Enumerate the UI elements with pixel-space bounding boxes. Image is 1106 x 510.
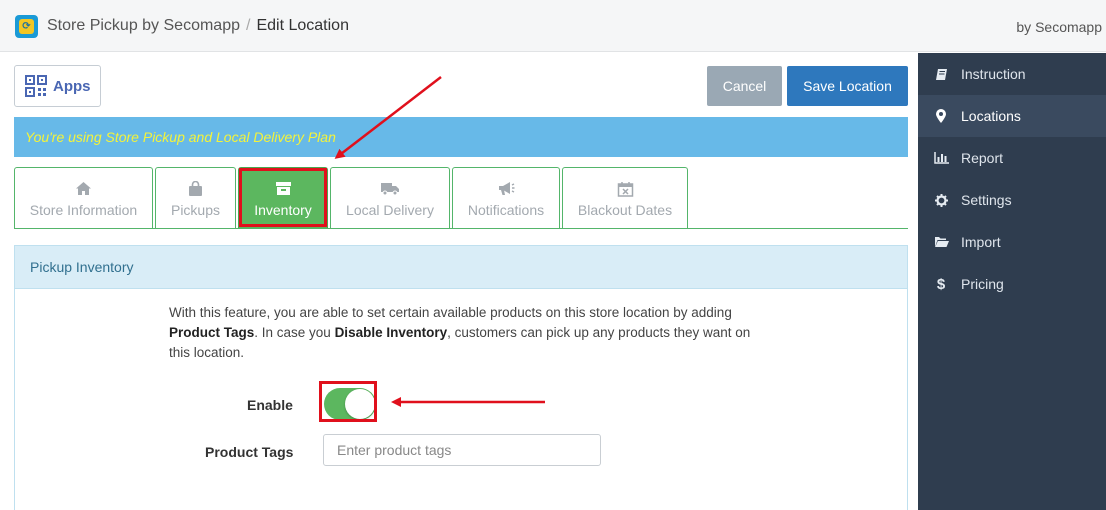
tabs-divider — [14, 228, 908, 229]
breadcrumb-current-page: Edit Location — [256, 17, 349, 34]
plan-banner-text: You're using Store Pickup and Local Deli… — [25, 129, 336, 145]
desc-text: With this feature, you are able to set c… — [169, 305, 732, 320]
product-tags-label: Product Tags — [205, 444, 294, 460]
apps-button-label: Apps — [53, 77, 91, 95]
sidebar: Instruction Locations Report Settings Im… — [918, 53, 1106, 510]
inventory-description: With this feature, you are able to set c… — [169, 303, 769, 363]
tab-label: Store Information — [29, 201, 138, 218]
pickup-inventory-panel: Pickup Inventory With this feature, you … — [14, 245, 908, 510]
by-vendor-label: by Secomapp — [1016, 19, 1102, 35]
sidebar-item-report[interactable]: Report — [918, 137, 1106, 179]
desc-text: . In case you — [254, 325, 335, 340]
megaphone-icon — [497, 180, 515, 198]
tab-label: Inventory — [254, 201, 312, 218]
sidebar-item-label: Instruction — [961, 66, 1026, 82]
home-icon — [75, 180, 92, 198]
gear-icon — [933, 193, 949, 207]
plan-banner: You're using Store Pickup and Local Deli… — [14, 117, 908, 157]
tab-inventory[interactable]: Inventory — [238, 167, 328, 229]
tab-label: Pickups — [170, 201, 221, 218]
product-tags-input[interactable] — [323, 434, 601, 466]
tab-notifications[interactable]: Notifications — [452, 167, 560, 229]
sidebar-item-label: Pricing — [961, 276, 1004, 292]
tab-label: Local Delivery — [346, 201, 434, 218]
sidebar-item-label: Report — [961, 150, 1004, 166]
save-location-button[interactable]: Save Location — [787, 66, 908, 106]
dollar-icon: $ — [936, 275, 946, 293]
sidebar-item-label: Locations — [961, 108, 1021, 124]
app-logo-icon: ⟳ — [15, 15, 38, 38]
desc-bold-disable-inventory: Disable Inventory — [334, 325, 448, 340]
toggle-knob — [345, 389, 375, 419]
tab-blackout-dates[interactable]: Blackout Dates — [562, 167, 688, 229]
bar-chart-icon — [933, 152, 949, 164]
map-marker-icon — [933, 109, 949, 123]
apps-button[interactable]: Apps — [14, 65, 101, 107]
sidebar-item-label: Settings — [961, 192, 1012, 208]
desc-bold-product-tags: Product Tags — [169, 325, 255, 340]
panel-title: Pickup Inventory — [15, 246, 907, 289]
breadcrumb: Store Pickup by Secomapp / Edit Location — [47, 17, 349, 35]
tab-store-information[interactable]: Store Information — [14, 167, 153, 229]
breadcrumb-app-name[interactable]: Store Pickup by Secomapp — [47, 17, 240, 34]
tab-label: Blackout Dates — [577, 201, 673, 218]
qr-code-icon — [25, 75, 47, 97]
sidebar-item-locations[interactable]: Locations — [918, 95, 1106, 137]
breadcrumb-separator: / — [246, 17, 251, 34]
archive-box-icon — [275, 180, 292, 198]
calendar-x-icon — [617, 180, 634, 198]
truck-icon — [380, 180, 400, 198]
sidebar-item-label: Import — [961, 234, 1001, 250]
enable-label: Enable — [247, 397, 293, 413]
sidebar-item-settings[interactable]: Settings — [918, 179, 1106, 221]
cancel-button[interactable]: Cancel — [707, 66, 782, 106]
folder-open-icon — [933, 236, 949, 248]
sidebar-item-pricing[interactable]: $ Pricing — [918, 263, 1106, 305]
enable-toggle[interactable] — [324, 388, 376, 420]
sidebar-item-instruction[interactable]: Instruction — [918, 53, 1106, 95]
top-header: ⟳ Store Pickup by Secomapp / Edit Location… — [0, 0, 1106, 52]
tab-pickups[interactable]: Pickups — [155, 167, 236, 229]
shopping-bag-icon — [188, 180, 203, 198]
sidebar-item-import[interactable]: Import — [918, 221, 1106, 263]
book-icon — [933, 68, 949, 81]
tab-label: Notifications — [467, 201, 545, 218]
tab-local-delivery[interactable]: Local Delivery — [330, 167, 450, 229]
